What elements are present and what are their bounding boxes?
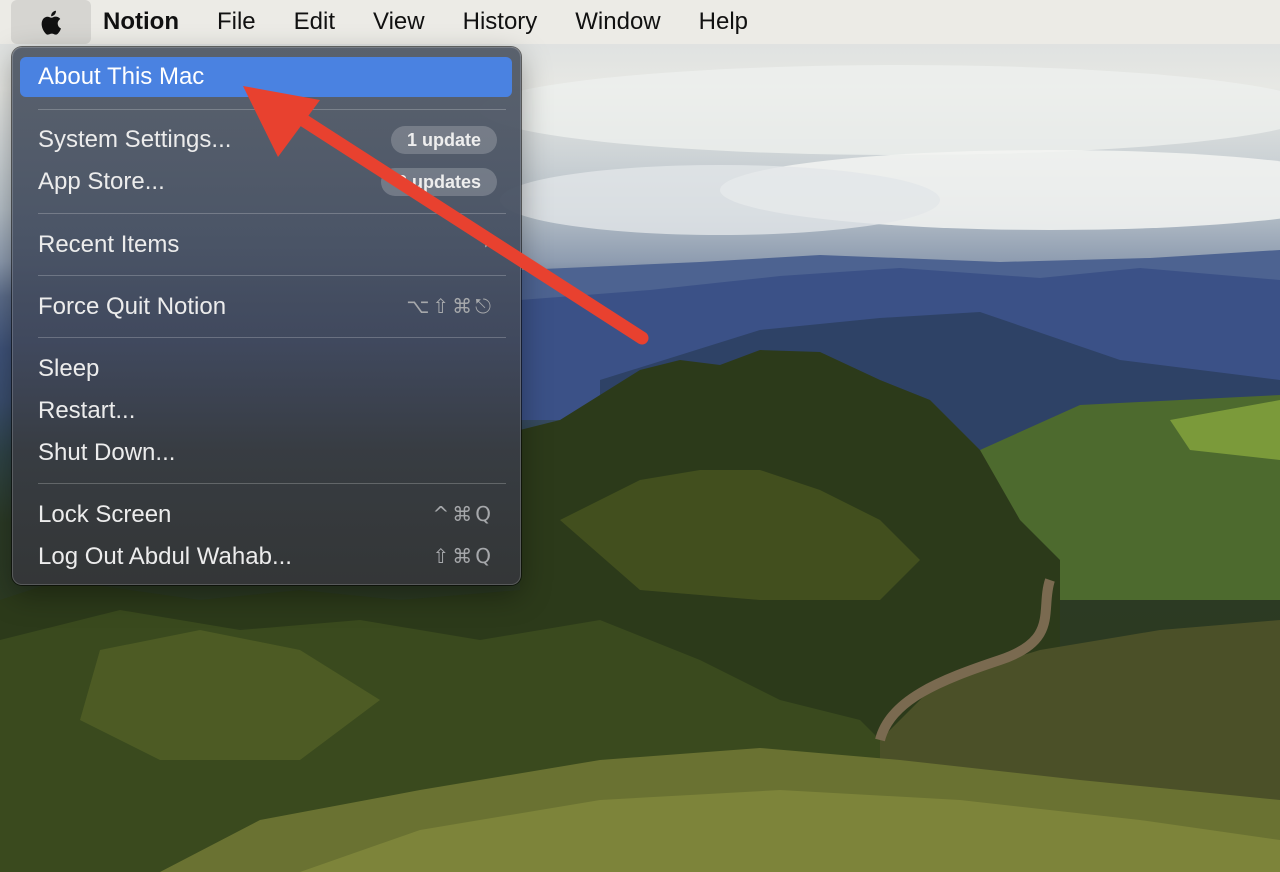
menu-item-label: About This Mac xyxy=(38,63,205,90)
menu-item-label: Restart... xyxy=(38,397,136,424)
menu-item-restart[interactable]: Restart... xyxy=(20,391,512,431)
menu-separator xyxy=(38,483,506,484)
menu-item-lock-screen[interactable]: Lock Screen ^⌘Q xyxy=(20,495,512,535)
menu-item-label: Lock Screen xyxy=(38,501,172,528)
menu-item-about-this-mac[interactable]: About This Mac xyxy=(20,57,512,97)
menu-item-label: Sleep xyxy=(38,355,100,382)
menu-item-label: App Store... xyxy=(38,168,165,195)
menu-separator xyxy=(38,213,506,214)
apple-menu-button[interactable] xyxy=(11,0,91,44)
menu-notion[interactable]: Notion xyxy=(103,0,179,44)
keyboard-shortcut: ⇧⌘Q xyxy=(432,544,494,568)
menu-item-label: Log Out Abdul Wahab... xyxy=(38,543,292,570)
keyboard-shortcut: ⌥⇧⌘⎋ xyxy=(406,294,494,318)
menu-item-label: Shut Down... xyxy=(38,439,176,466)
menu-separator xyxy=(38,275,506,276)
menu-edit[interactable]: Edit xyxy=(294,0,335,44)
menu-file[interactable]: File xyxy=(217,0,256,44)
apple-logo-icon xyxy=(41,10,61,35)
menu-item-system-settings[interactable]: System Settings... 1 update xyxy=(20,120,512,160)
menu-help[interactable]: Help xyxy=(699,0,748,44)
menu-item-recent-items[interactable]: Recent Items › xyxy=(20,225,512,265)
menu-item-app-store[interactable]: App Store... 2 updates xyxy=(20,162,512,202)
chevron-right-icon: › xyxy=(483,230,492,255)
menu-view[interactable]: View xyxy=(373,0,425,44)
menu-item-force-quit[interactable]: Force Quit Notion ⌥⇧⌘⎋ xyxy=(20,287,512,327)
menu-item-log-out[interactable]: Log Out Abdul Wahab... ⇧⌘Q xyxy=(20,537,512,577)
menu-separator xyxy=(38,337,506,338)
menu-separator xyxy=(38,109,506,110)
update-badge: 1 update xyxy=(390,126,497,154)
menu-item-label: Force Quit Notion xyxy=(38,293,227,320)
update-badge: 2 updates xyxy=(380,168,497,196)
menu-bar: Notion File Edit View History Window Hel… xyxy=(0,0,1280,44)
menu-history[interactable]: History xyxy=(463,0,538,44)
keyboard-shortcut: ^⌘Q xyxy=(432,502,494,526)
menu-item-label: Recent Items xyxy=(38,231,180,258)
menu-window[interactable]: Window xyxy=(575,0,660,44)
menu-item-sleep[interactable]: Sleep xyxy=(20,349,512,389)
menu-item-shut-down[interactable]: Shut Down... xyxy=(20,433,512,473)
apple-dropdown-menu: About This Mac System Settings... 1 upda… xyxy=(12,47,521,585)
menu-item-label: System Settings... xyxy=(38,126,232,153)
